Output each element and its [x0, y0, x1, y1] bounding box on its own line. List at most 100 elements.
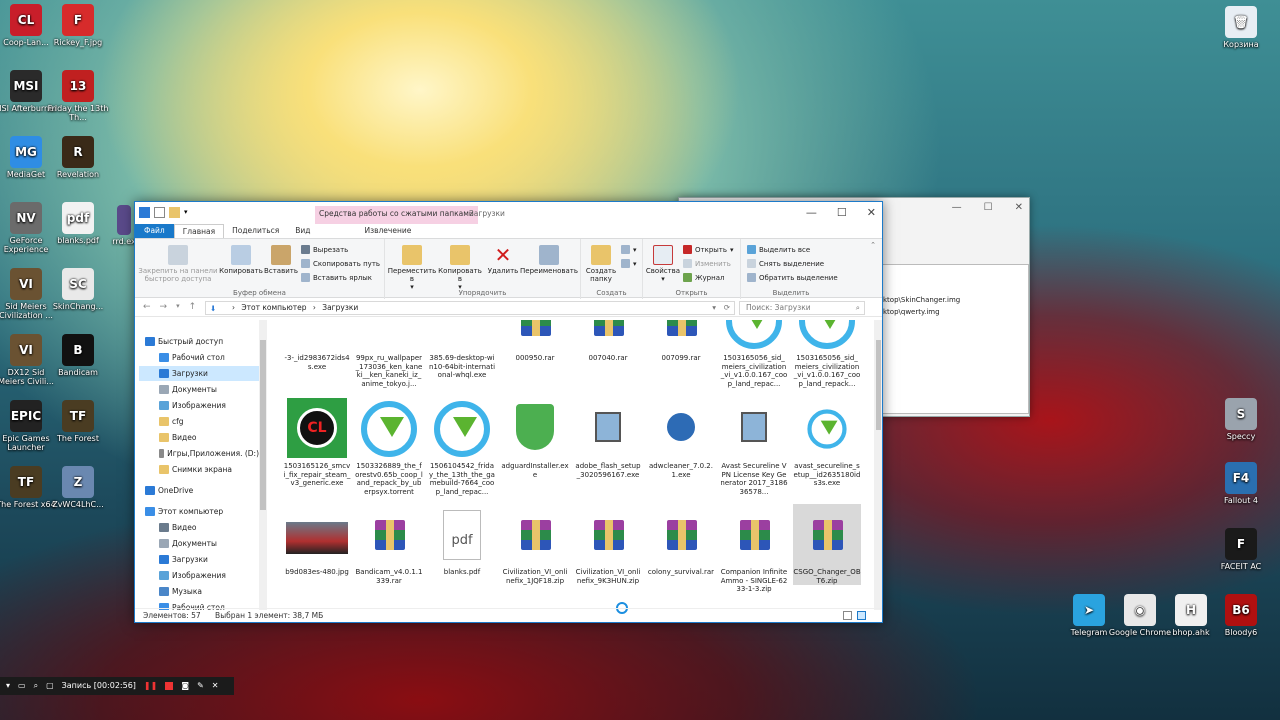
close-icon[interactable]: ✕: [212, 677, 219, 695]
view-details-icon[interactable]: [843, 611, 852, 620]
minimize-icon[interactable]: —: [806, 206, 817, 219]
maximize-icon[interactable]: ☐: [984, 202, 993, 213]
dropdown-icon[interactable]: ▾: [184, 207, 195, 218]
tab-share[interactable]: Поделиться: [224, 224, 287, 238]
easy-access-button[interactable]: ▾: [621, 259, 637, 268]
new-folder-button[interactable]: Создать папку: [583, 245, 619, 283]
file-item[interactable]: adobe_flash_setup_3020596167.exe: [574, 398, 642, 479]
menu-icon[interactable]: ▾: [6, 677, 10, 695]
file-item[interactable]: Companion Infinite Ammo - SINGLE-6233-1-…: [720, 504, 788, 594]
nav-item[interactable]: Быстрый доступ: [139, 334, 259, 349]
desktop-icon[interactable]: SC SkinChang...: [46, 268, 110, 311]
nav-item[interactable]: Загрузки: [139, 366, 259, 381]
lock-icon[interactable]: ▢: [46, 677, 54, 695]
file-item[interactable]: pdf blanks.pdf: [428, 504, 496, 577]
file-item[interactable]: -3-_id2983672ids4s.exe: [283, 320, 351, 371]
file-item[interactable]: adwcleaner_7.0.2.1.exe: [647, 398, 715, 479]
nav-item[interactable]: Снимки экрана: [139, 462, 259, 477]
history-button[interactable]: Журнал: [683, 273, 724, 282]
desktop-icon[interactable]: F FACEIT AC: [1209, 528, 1273, 571]
tab-home[interactable]: Главная: [173, 224, 225, 238]
nav-item[interactable]: Документы: [139, 382, 259, 397]
file-item[interactable]: adguardInstaller.exe: [501, 398, 569, 479]
camera-icon[interactable]: ◙: [181, 677, 189, 695]
explorer-window[interactable]: ▾ Средства работы со сжатыми папками Заг…: [134, 201, 883, 623]
edit-button[interactable]: Изменить: [683, 259, 731, 268]
pause-icon[interactable]: ❚❚: [144, 677, 157, 695]
invert-selection-button[interactable]: Обратить выделение: [747, 273, 838, 282]
breadcrumb-root[interactable]: Этот компьютер: [241, 303, 306, 312]
paste-button[interactable]: Вставить: [263, 245, 299, 275]
file-item[interactable]: 99px_ru_wallpaper_173036_ken_kaneki__ken…: [355, 320, 423, 388]
rename-button[interactable]: Переименовать: [519, 245, 579, 275]
title-bar[interactable]: ▾ Средства работы со сжатыми папками Заг…: [135, 202, 882, 226]
folder-icon[interactable]: [169, 207, 180, 218]
stop-icon[interactable]: [165, 682, 174, 690]
window-icon[interactable]: ▭: [18, 677, 26, 695]
zoom-icon[interactable]: ⌕: [34, 677, 38, 695]
paste-shortcut-button[interactable]: Вставить ярлык: [301, 273, 372, 282]
properties-button[interactable]: Свойства ▾: [645, 245, 681, 283]
file-item[interactable]: CSGO_Changer_OBT6.zip: [793, 504, 861, 585]
up-icon[interactable]: ↑: [189, 302, 197, 312]
file-item[interactable]: Civilization_VI_onlinefix_9K3HUN.zip: [574, 504, 642, 585]
view-large-icon[interactable]: [857, 611, 866, 620]
file-item[interactable]: Bandicam_v4.0.1.1339.rar: [355, 504, 423, 585]
nav-item[interactable]: Музыка: [139, 584, 259, 599]
nav-item[interactable]: Видео: [139, 520, 259, 535]
desktop-icon[interactable]: F Rickey_F.jpg: [46, 4, 110, 47]
file-item[interactable]: 1503165056_sid_meiers_civilization_vi_v1…: [793, 320, 861, 388]
content-scrollbar[interactable]: [874, 320, 882, 610]
properties-icon[interactable]: [154, 207, 165, 218]
delete-button[interactable]: ✕ Удалить: [485, 245, 521, 275]
file-item[interactable]: 000950.rar: [501, 320, 569, 363]
select-none-button[interactable]: Снять выделение: [747, 259, 824, 268]
search-box[interactable]: Поиск: Загрузки ⌕: [739, 301, 865, 315]
file-item[interactable]: avast_secureline_setup__id2635180ids3s.e…: [793, 398, 861, 488]
nav-item[interactable]: Изображения: [139, 568, 259, 583]
cut-button[interactable]: Вырезать: [301, 245, 348, 254]
desktop-icon[interactable]: Z ZvWC4LhC...: [46, 466, 110, 509]
select-all-button[interactable]: Выделить все: [747, 245, 810, 254]
copy-button[interactable]: Копировать: [219, 245, 263, 275]
desktop-icon[interactable]: pdf blanks.pdf: [46, 202, 110, 245]
desktop-icon[interactable]: 🗑 Корзина: [1209, 6, 1273, 49]
nav-item[interactable]: cfg: [139, 414, 259, 429]
close-icon[interactable]: ✕: [867, 206, 876, 219]
tab-file[interactable]: Файл: [135, 224, 174, 238]
file-item[interactable]: 385.69-desktop-win10-64bit-international…: [428, 320, 496, 380]
move-to-button[interactable]: Переместить в ▾: [387, 245, 437, 291]
tab-extract[interactable]: Извлечение: [336, 224, 439, 238]
breadcrumb-current[interactable]: Загрузки: [322, 303, 358, 312]
scroll-thumb[interactable]: [260, 340, 266, 510]
nav-item[interactable]: Изображения: [139, 398, 259, 413]
download-icon[interactable]: [139, 207, 150, 218]
recent-icon[interactable]: ▾: [176, 302, 180, 312]
desktop-icon[interactable]: F4 Fallout 4: [1209, 462, 1273, 505]
maximize-icon[interactable]: ☐: [837, 206, 847, 219]
back-icon[interactable]: ←: [143, 302, 151, 312]
nav-item[interactable]: OneDrive: [139, 483, 259, 498]
nav-item[interactable]: Игры,Приложения. (D:): [139, 446, 259, 461]
nav-scrollbar[interactable]: [259, 320, 267, 610]
navigation-pane[interactable]: Быстрый доступ Рабочий стол Загрузки Докуме…: [135, 320, 269, 610]
collapse-ribbon-icon[interactable]: ⌃: [870, 241, 876, 249]
file-item[interactable]: b9d083es-480.jpg: [283, 504, 351, 577]
desktop-icon[interactable]: B Bandicam: [46, 334, 110, 377]
address-dropdown-icon[interactable]: ▾: [712, 302, 716, 314]
file-item[interactable]: 007040.rar: [574, 320, 642, 363]
nav-item[interactable]: Видео: [139, 430, 259, 445]
file-item[interactable]: Avast Secureline VPN License Key Generat…: [720, 398, 788, 496]
tab-view[interactable]: Вид: [287, 224, 318, 238]
refresh-icon[interactable]: ⟳: [724, 302, 730, 314]
desktop-icon[interactable]: 13 Friday the 13th Th...: [46, 70, 110, 122]
file-item[interactable]: 007099.rar: [647, 320, 715, 363]
desktop-icon[interactable]: R Revelation: [46, 136, 110, 179]
file-item[interactable]: CL 1503165126_smcvi_fix_repair_steam_v3_g…: [283, 398, 351, 488]
forward-icon[interactable]: →: [160, 302, 168, 312]
address-bar[interactable]: ⬇ › Этот компьютер › Загрузки ▾ ⟳: [205, 301, 735, 315]
close-icon[interactable]: ✕: [1015, 202, 1023, 213]
open-button[interactable]: Открыть ▾: [683, 245, 734, 254]
nav-item[interactable]: Рабочий стол: [139, 350, 259, 365]
nav-item[interactable]: Этот компьютер: [139, 504, 259, 519]
